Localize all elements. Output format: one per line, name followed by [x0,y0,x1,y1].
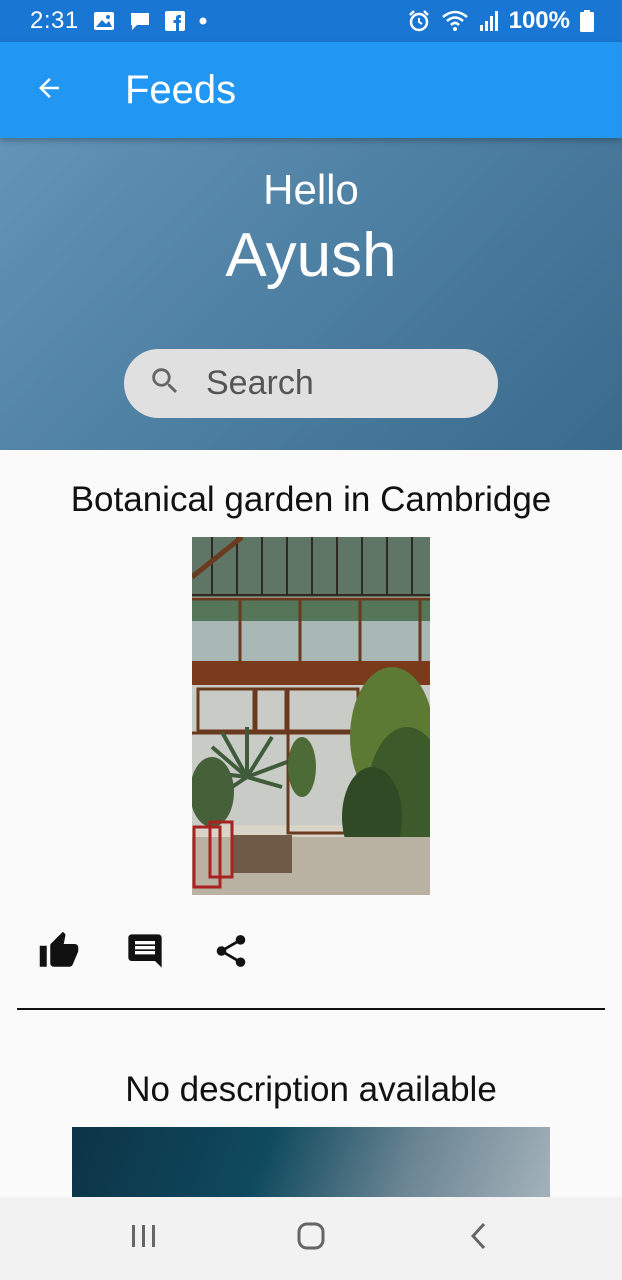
post-title: Botanical garden in Cambridge [70,480,552,519]
post-title: No description available [125,1070,497,1109]
post-actions [38,930,252,977]
status-bar: 2:31 100% [0,0,622,42]
greenhouse-photo [192,537,430,895]
thumb-up-icon [38,930,80,977]
share-icon [212,932,250,975]
nav-back-button[interactable] [448,1209,508,1269]
page-title: Feeds [125,67,237,112]
hero-banner: Hello Ayush Search [0,138,622,450]
arrow-back-icon [34,73,64,108]
battery-icon [580,10,594,32]
image-icon [93,11,115,31]
user-name: Ayush [225,221,397,290]
dot-icon [199,17,207,25]
comment-icon [125,931,165,976]
search-input[interactable]: Search [124,349,498,418]
status-left: 2:31 [30,7,407,35]
back-button[interactable] [0,42,98,138]
post-image[interactable] [72,1127,550,1207]
like-button[interactable] [38,930,80,977]
status-time: 2:31 [30,7,79,34]
search-placeholder: Search [206,364,314,402]
post-divider [17,1008,605,1010]
chat-icon [129,11,151,31]
app-bar: Feeds [0,42,622,138]
chevron-left-icon [468,1221,488,1256]
wifi-icon [441,10,469,32]
share-button[interactable] [210,932,252,974]
battery-percent: 100% [508,7,570,34]
recent-apps-button[interactable] [114,1209,174,1269]
greeting-text: Hello [263,166,359,213]
home-button[interactable] [281,1209,341,1269]
signal-icon [479,11,499,31]
home-icon [296,1221,326,1256]
status-right: 100% [407,7,594,35]
search-icon [148,364,182,403]
comment-button[interactable] [124,932,166,974]
system-nav-bar [0,1197,622,1280]
facebook-icon [164,11,185,31]
post-image[interactable] [192,537,430,895]
recent-apps-icon [129,1222,159,1255]
alarm-icon [407,9,431,33]
